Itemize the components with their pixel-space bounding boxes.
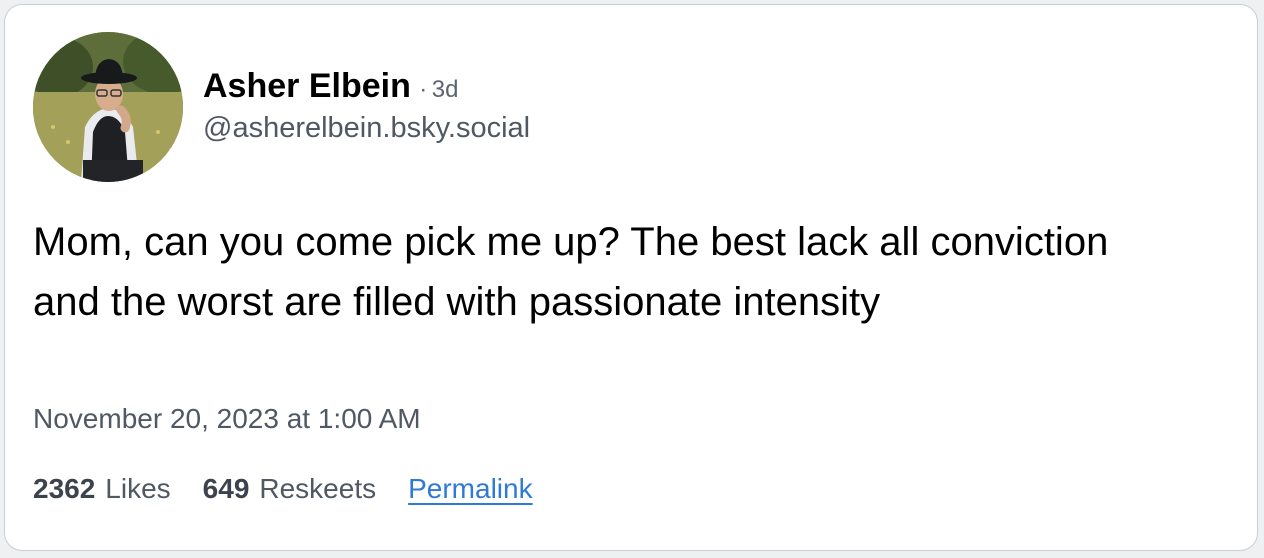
reskeets-count: 649 [202,473,250,504]
post-text: Mom, can you come pick me up? The best l… [33,220,1109,324]
separator-dot: · [419,76,428,103]
post-card: Asher Elbein · 3d @asherelbein.bsky.soci… [4,4,1258,551]
post-timestamp: November 20, 2023 at 1:00 AM [33,403,421,434]
likes-count: 2362 [33,473,96,504]
author-display-name[interactable]: Asher Elbein [203,67,411,105]
permalink-link[interactable]: Permalink [408,473,532,505]
likes-stat: 2362 Likes [33,473,171,505]
author-line: Asher Elbein · 3d [203,67,458,106]
avatar[interactable] [33,32,183,182]
post-age: 3d [431,76,459,103]
post-stats: 2362 Likes 649 Reskeets Permalink [33,473,533,505]
avatar-photo [33,32,183,182]
reskeets-stat: 649 Reskeets [203,473,376,505]
reskeets-label: Reskeets [259,473,377,504]
likes-label: Likes [105,473,171,504]
author-handle[interactable]: @asherelbein.bsky.social [203,112,530,145]
